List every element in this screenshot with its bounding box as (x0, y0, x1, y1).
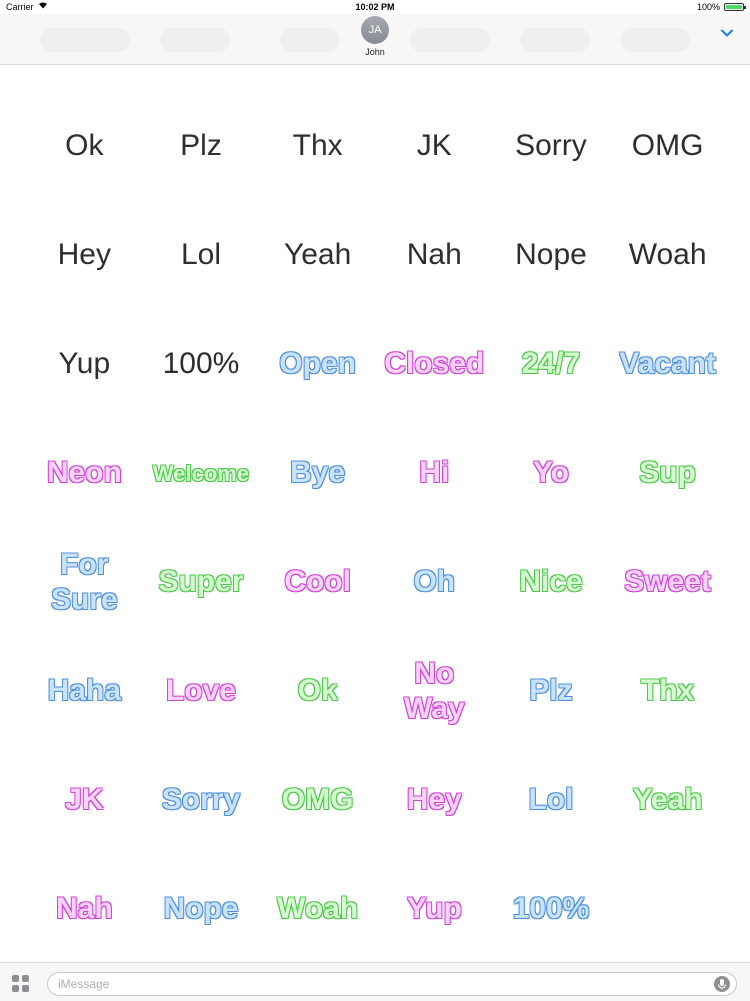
sticker[interactable]: OMG (609, 92, 726, 201)
sticker[interactable]: Woah (609, 201, 726, 310)
sticker[interactable]: Yo (493, 419, 610, 528)
sticker[interactable]: For Sure (26, 528, 143, 637)
sticker[interactable]: Cool (259, 528, 376, 637)
sticker[interactable]: Bye (259, 419, 376, 528)
conversation-header: JA John (0, 14, 750, 65)
sticker[interactable]: Vacant (609, 310, 726, 419)
sticker[interactable]: Woah (259, 855, 376, 964)
sticker[interactable]: Nope (143, 855, 260, 964)
message-compose-bar (0, 962, 750, 1001)
clock: 10:02 PM (355, 2, 395, 12)
sticker[interactable]: Thx (259, 92, 376, 201)
sticker[interactable]: 24/7 (493, 310, 610, 419)
sticker[interactable]: Sorry (143, 746, 260, 855)
sticker[interactable]: Ok (26, 92, 143, 201)
sticker[interactable]: Open (259, 310, 376, 419)
sticker[interactable]: JK (376, 92, 493, 201)
sticker[interactable]: Oh (376, 528, 493, 637)
sticker[interactable]: No Way (376, 637, 493, 746)
sticker[interactable]: Sup (609, 419, 726, 528)
sticker[interactable]: Lol (143, 201, 260, 310)
sticker[interactable]: Hey (376, 746, 493, 855)
sticker[interactable]: Haha (26, 637, 143, 746)
avatar[interactable]: JA (361, 16, 389, 44)
sticker[interactable]: Plz (493, 637, 610, 746)
sticker[interactable]: Love (143, 637, 260, 746)
sticker[interactable]: Yup (376, 855, 493, 964)
sticker[interactable]: Nah (26, 855, 143, 964)
battery-icon (724, 3, 746, 11)
sticker[interactable]: Yup (26, 310, 143, 419)
sticker[interactable]: Yeah (609, 746, 726, 855)
app-drawer-icon[interactable] (12, 975, 30, 993)
sticker[interactable]: 100% (493, 855, 610, 964)
sticker[interactable]: Nah (376, 201, 493, 310)
sticker[interactable]: Neon (26, 419, 143, 528)
sticker[interactable]: Nope (493, 201, 610, 310)
sticker[interactable]: JK (26, 746, 143, 855)
message-input[interactable] (47, 972, 737, 996)
battery-percent: 100% (696, 2, 720, 12)
sticker[interactable]: Welcome (143, 419, 260, 528)
sticker[interactable]: Super (143, 528, 260, 637)
battery-fill (726, 5, 742, 9)
sticker[interactable]: Hey (26, 201, 143, 310)
sticker[interactable]: Plz (143, 92, 260, 201)
sticker-grid: Ok Plz Thx JK Sorry OMG Hey Lol Yeah Nah Nope Woah Y… (26, 92, 726, 964)
sticker[interactable]: Sweet (609, 528, 726, 637)
sticker[interactable]: OMG (259, 746, 376, 855)
sticker[interactable]: Nice (493, 528, 610, 637)
sticker[interactable]: Closed (376, 310, 493, 419)
sticker[interactable]: Ok (259, 637, 376, 746)
sticker[interactable]: Yeah (259, 201, 376, 310)
status-bar: Carrier 10:02 PM 100% (0, 0, 750, 14)
sticker[interactable]: 100% (143, 310, 260, 419)
contact-name[interactable]: John (0, 47, 750, 57)
chevron-down-icon[interactable] (720, 26, 734, 40)
sticker[interactable]: Thx (609, 637, 726, 746)
sticker[interactable]: Hi (376, 419, 493, 528)
sticker[interactable]: Lol (493, 746, 610, 855)
microphone-icon[interactable] (714, 976, 730, 992)
sticker[interactable]: Sorry (493, 92, 610, 201)
